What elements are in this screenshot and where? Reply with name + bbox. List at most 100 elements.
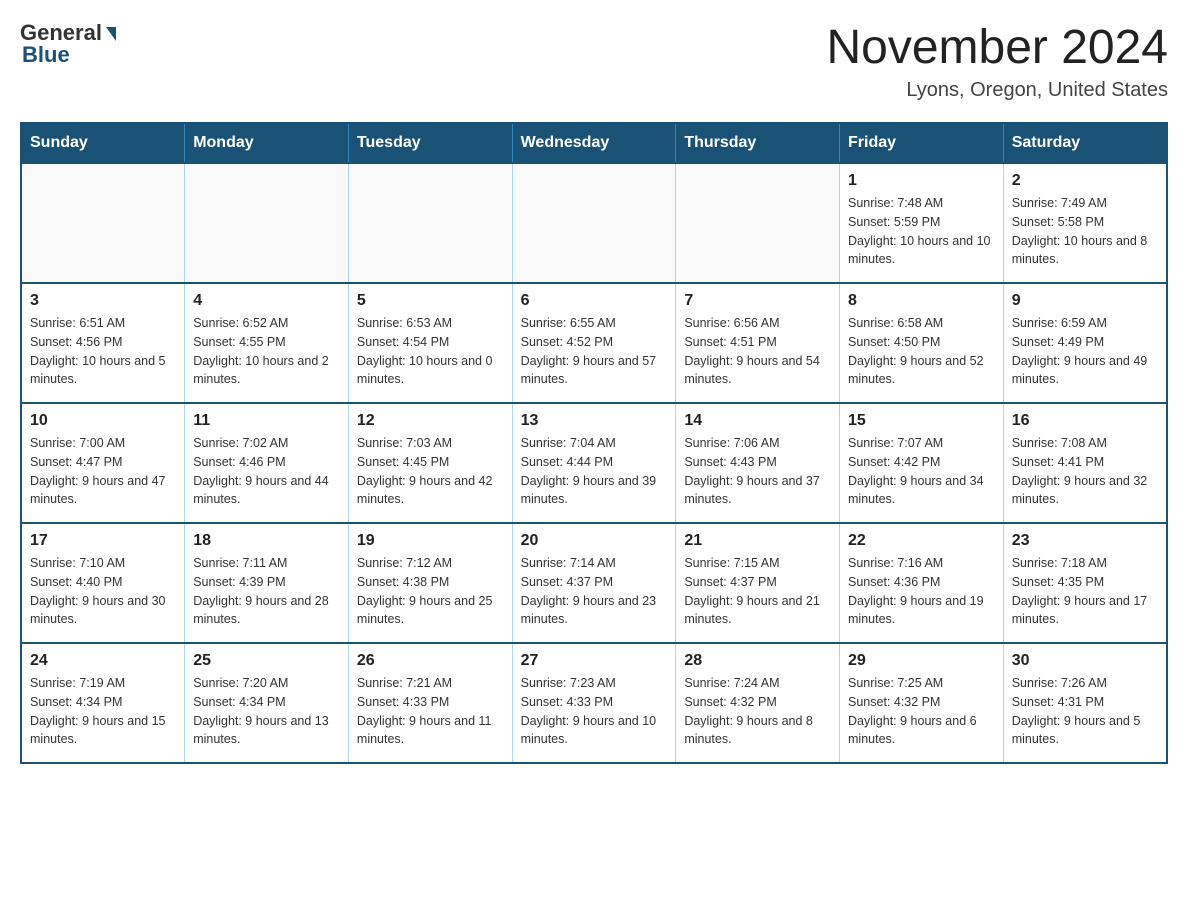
day-info: Sunrise: 7:07 AM Sunset: 4:42 PM Dayligh… — [848, 434, 995, 509]
calendar-day-cell: 27 Sunrise: 7:23 AM Sunset: 4:33 PM Dayli… — [512, 643, 676, 763]
day-number: 8 — [848, 292, 995, 310]
calendar-day-cell: 26Sunrise: 7:21 AM Sunset: 4:33 PM Dayli… — [348, 643, 512, 763]
day-info: Sunrise: 6:59 AM Sunset: 4:49 PM Dayligh… — [1012, 314, 1158, 389]
day-number: 12 — [357, 412, 504, 430]
calendar-week-row: 3 Sunrise: 6:51 AM Sunset: 4:56 PM Daylig… — [21, 283, 1167, 403]
day-number: 25 — [193, 652, 340, 670]
day-number: 3 — [30, 292, 176, 310]
calendar-day-cell: 30 Sunrise: 7:26 AM Sunset: 4:31 PM Dayli… — [1003, 643, 1167, 763]
calendar-day-cell: 7Sunrise: 6:56 AM Sunset: 4:51 PM Daylig… — [676, 283, 840, 403]
day-number: 22 — [848, 532, 995, 550]
day-info: Sunrise: 7:16 AM Sunset: 4:36 PM Dayligh… — [848, 554, 995, 629]
day-of-week-header: Friday — [840, 123, 1004, 163]
calendar-day-cell: 5 Sunrise: 6:53 AM Sunset: 4:54 PM Daylig… — [348, 283, 512, 403]
day-of-week-header: Sunday — [21, 123, 185, 163]
day-info: Sunrise: 7:14 AM Sunset: 4:37 PM Dayligh… — [521, 554, 668, 629]
day-number: 13 — [521, 412, 668, 430]
calendar-day-cell: 6 Sunrise: 6:55 AM Sunset: 4:52 PM Daylig… — [512, 283, 676, 403]
day-info: Sunrise: 6:52 AM Sunset: 4:55 PM Dayligh… — [193, 314, 340, 389]
day-number: 1 — [848, 172, 995, 190]
calendar-week-row: 17 Sunrise: 7:10 AM Sunset: 4:40 PM Dayli… — [21, 523, 1167, 643]
calendar-day-cell: 13Sunrise: 7:04 AM Sunset: 4:44 PM Dayli… — [512, 403, 676, 523]
calendar-day-cell: 14 Sunrise: 7:06 AM Sunset: 4:43 PM Dayli… — [676, 403, 840, 523]
page-header: General Blue November 2024 Lyons, Oregon… — [20, 20, 1168, 102]
calendar-day-cell: 4 Sunrise: 6:52 AM Sunset: 4:55 PM Daylig… — [185, 283, 349, 403]
day-info: Sunrise: 6:58 AM Sunset: 4:50 PM Dayligh… — [848, 314, 995, 389]
day-info: Sunrise: 6:55 AM Sunset: 4:52 PM Dayligh… — [521, 314, 668, 389]
calendar-day-cell: 18 Sunrise: 7:11 AM Sunset: 4:39 PM Dayli… — [185, 523, 349, 643]
calendar-day-cell — [676, 163, 840, 283]
day-number: 20 — [521, 532, 668, 550]
day-info: Sunrise: 7:49 AM Sunset: 5:58 PM Dayligh… — [1012, 194, 1158, 269]
calendar-day-cell: 24Sunrise: 7:19 AM Sunset: 4:34 PM Dayli… — [21, 643, 185, 763]
day-of-week-header: Monday — [185, 123, 349, 163]
day-number: 17 — [30, 532, 176, 550]
calendar-day-cell: 12Sunrise: 7:03 AM Sunset: 4:45 PM Dayli… — [348, 403, 512, 523]
calendar-day-cell: 21 Sunrise: 7:15 AM Sunset: 4:37 PM Dayli… — [676, 523, 840, 643]
day-number: 6 — [521, 292, 668, 310]
title-section: November 2024 Lyons, Oregon, United Stat… — [826, 20, 1168, 102]
calendar-day-cell — [21, 163, 185, 283]
day-info: Sunrise: 7:06 AM Sunset: 4:43 PM Dayligh… — [684, 434, 831, 509]
calendar-day-cell: 22 Sunrise: 7:16 AM Sunset: 4:36 PM Dayli… — [840, 523, 1004, 643]
day-info: Sunrise: 7:11 AM Sunset: 4:39 PM Dayligh… — [193, 554, 340, 629]
day-info: Sunrise: 7:26 AM Sunset: 4:31 PM Dayligh… — [1012, 674, 1158, 749]
day-info: Sunrise: 6:56 AM Sunset: 4:51 PM Dayligh… — [684, 314, 831, 389]
day-number: 23 — [1012, 532, 1158, 550]
day-of-week-header: Saturday — [1003, 123, 1167, 163]
calendar-day-cell: 20 Sunrise: 7:14 AM Sunset: 4:37 PM Dayli… — [512, 523, 676, 643]
calendar-day-cell: 15Sunrise: 7:07 AM Sunset: 4:42 PM Dayli… — [840, 403, 1004, 523]
day-number: 11 — [193, 412, 340, 430]
day-number: 16 — [1012, 412, 1158, 430]
day-number: 27 — [521, 652, 668, 670]
calendar-header-row: SundayMondayTuesdayWednesdayThursdayFrid… — [21, 123, 1167, 163]
calendar-day-cell: 25Sunrise: 7:20 AM Sunset: 4:34 PM Dayli… — [185, 643, 349, 763]
calendar-day-cell: 19 Sunrise: 7:12 AM Sunset: 4:38 PM Dayli… — [348, 523, 512, 643]
day-number: 21 — [684, 532, 831, 550]
calendar-day-cell: 1 Sunrise: 7:48 AM Sunset: 5:59 PM Daylig… — [840, 163, 1004, 283]
calendar-day-cell: 28 Sunrise: 7:24 AM Sunset: 4:32 PM Dayli… — [676, 643, 840, 763]
day-info: Sunrise: 7:12 AM Sunset: 4:38 PM Dayligh… — [357, 554, 504, 629]
day-info: Sunrise: 7:02 AM Sunset: 4:46 PM Dayligh… — [193, 434, 340, 509]
day-number: 5 — [357, 292, 504, 310]
calendar-day-cell: 3 Sunrise: 6:51 AM Sunset: 4:56 PM Daylig… — [21, 283, 185, 403]
day-info: Sunrise: 7:48 AM Sunset: 5:59 PM Dayligh… — [848, 194, 995, 269]
calendar-week-row: 1 Sunrise: 7:48 AM Sunset: 5:59 PM Daylig… — [21, 163, 1167, 283]
day-info: Sunrise: 6:51 AM Sunset: 4:56 PM Dayligh… — [30, 314, 176, 389]
day-info: Sunrise: 7:23 AM Sunset: 4:33 PM Dayligh… — [521, 674, 668, 749]
day-of-week-header: Tuesday — [348, 123, 512, 163]
day-number: 4 — [193, 292, 340, 310]
location-subtitle: Lyons, Oregon, United States — [826, 79, 1168, 102]
day-number: 29 — [848, 652, 995, 670]
calendar-week-row: 24Sunrise: 7:19 AM Sunset: 4:34 PM Dayli… — [21, 643, 1167, 763]
calendar-day-cell: 17 Sunrise: 7:10 AM Sunset: 4:40 PM Dayli… — [21, 523, 185, 643]
day-info: Sunrise: 7:15 AM Sunset: 4:37 PM Dayligh… — [684, 554, 831, 629]
calendar-day-cell: 8 Sunrise: 6:58 AM Sunset: 4:50 PM Daylig… — [840, 283, 1004, 403]
day-of-week-header: Thursday — [676, 123, 840, 163]
calendar-day-cell: 9Sunrise: 6:59 AM Sunset: 4:49 PM Daylig… — [1003, 283, 1167, 403]
logo-triangle-icon — [106, 27, 116, 41]
day-info: Sunrise: 7:10 AM Sunset: 4:40 PM Dayligh… — [30, 554, 176, 629]
day-info: Sunrise: 7:25 AM Sunset: 4:32 PM Dayligh… — [848, 674, 995, 749]
calendar-day-cell: 29 Sunrise: 7:25 AM Sunset: 4:32 PM Dayli… — [840, 643, 1004, 763]
calendar-day-cell — [512, 163, 676, 283]
calendar-table: SundayMondayTuesdayWednesdayThursdayFrid… — [20, 122, 1168, 764]
day-number: 24 — [30, 652, 176, 670]
day-number: 28 — [684, 652, 831, 670]
day-info: Sunrise: 6:53 AM Sunset: 4:54 PM Dayligh… — [357, 314, 504, 389]
calendar-day-cell — [185, 163, 349, 283]
logo: General Blue — [20, 20, 116, 68]
calendar-day-cell — [348, 163, 512, 283]
day-number: 14 — [684, 412, 831, 430]
day-info: Sunrise: 7:18 AM Sunset: 4:35 PM Dayligh… — [1012, 554, 1158, 629]
calendar-day-cell: 2Sunrise: 7:49 AM Sunset: 5:58 PM Daylig… — [1003, 163, 1167, 283]
day-number: 30 — [1012, 652, 1158, 670]
day-number: 18 — [193, 532, 340, 550]
calendar-day-cell: 10Sunrise: 7:00 AM Sunset: 4:47 PM Dayli… — [21, 403, 185, 523]
day-info: Sunrise: 7:00 AM Sunset: 4:47 PM Dayligh… — [30, 434, 176, 509]
day-info: Sunrise: 7:24 AM Sunset: 4:32 PM Dayligh… — [684, 674, 831, 749]
day-number: 19 — [357, 532, 504, 550]
month-year-title: November 2024 — [826, 20, 1168, 75]
calendar-week-row: 10Sunrise: 7:00 AM Sunset: 4:47 PM Dayli… — [21, 403, 1167, 523]
day-of-week-header: Wednesday — [512, 123, 676, 163]
